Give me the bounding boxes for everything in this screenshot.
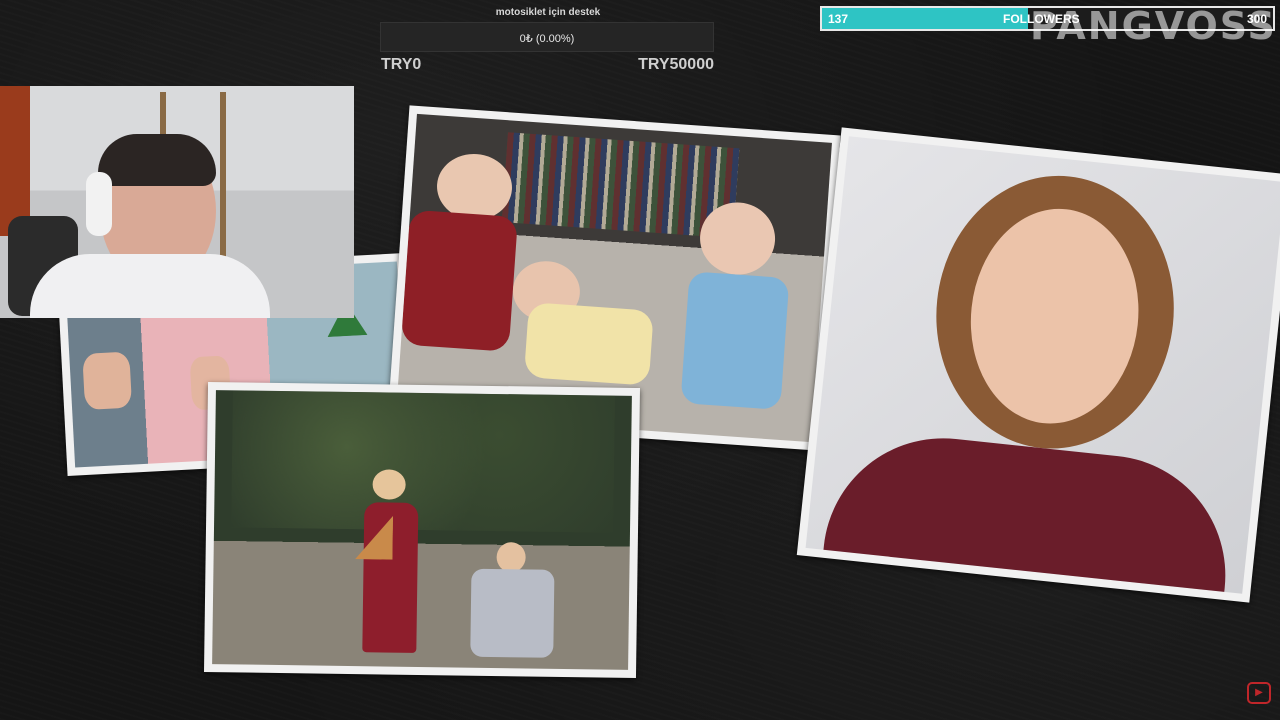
donation-goal-progress-text: 0₺ (0.00%)	[519, 33, 575, 45]
photo-portrait	[796, 127, 1280, 603]
youtube-logo-icon: ▶	[1247, 682, 1271, 704]
followers-goal-fill	[822, 8, 1029, 29]
photo-outdoor-image	[212, 390, 632, 670]
donation-goal-min: TRY0	[381, 56, 422, 73]
photo-outdoor-girls	[203, 381, 641, 679]
headphones-icon	[86, 172, 112, 236]
streamer-webcam	[0, 86, 354, 318]
followers-current-count: 137	[828, 12, 849, 26]
photo-portrait-image	[805, 136, 1280, 594]
donation-goal-widget: motosiklet için destek 0₺ (0.00%) TRY0 T…	[380, 0, 716, 80]
donation-goal-title: motosiklet için destek	[495, 7, 601, 18]
donation-goal-bar: 0₺ (0.00%)	[380, 22, 714, 52]
channel-watermark: PANGVOSS	[1030, 4, 1277, 48]
donation-goal-max: TRY50000	[638, 56, 714, 73]
